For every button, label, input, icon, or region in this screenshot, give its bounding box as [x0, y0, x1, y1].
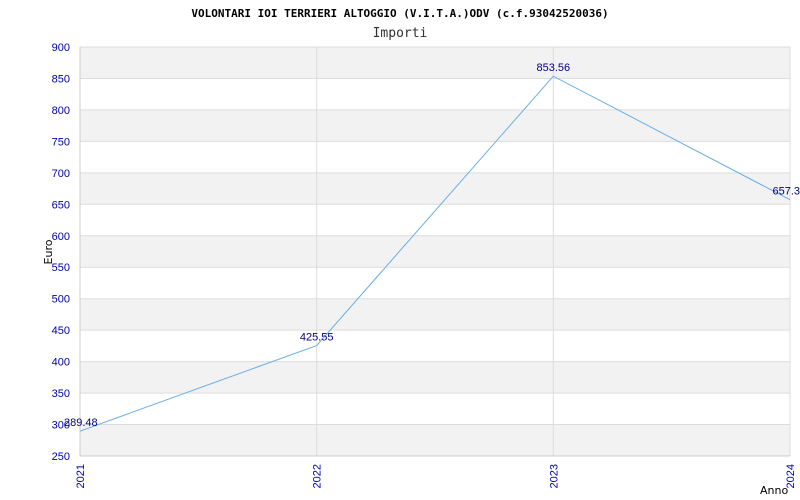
- y-tick-label: 700: [52, 168, 70, 180]
- x-tick-label: 2021: [75, 464, 87, 488]
- grid-band: [80, 424, 790, 456]
- y-tick-label: 850: [52, 73, 70, 85]
- y-tick-label: 650: [52, 199, 70, 211]
- grid-band: [80, 298, 790, 331]
- y-tick-label: 350: [52, 388, 70, 400]
- y-tick-label: 750: [52, 136, 70, 148]
- line-chart: VOLONTARI IOI TERRIERI ALTOGGIO (V.I.T.A…: [42, 7, 800, 497]
- y-tick-label: 450: [52, 325, 70, 337]
- plot-bands: [80, 47, 790, 456]
- grid-band: [80, 109, 790, 142]
- y-tick-label: 400: [52, 357, 70, 369]
- grid-band: [80, 361, 790, 394]
- grid-band: [80, 47, 790, 79]
- grid-band: [80, 172, 790, 205]
- y-tick-label: 800: [52, 105, 70, 117]
- chart-title: VOLONTARI IOI TERRIERI ALTOGGIO (V.I.T.A…: [191, 7, 608, 20]
- x-tick-labels: 2021 2022 2023 2024: [75, 464, 797, 488]
- chart-subtitle: Importi: [373, 26, 428, 41]
- x-tick-label: 2023: [548, 464, 560, 488]
- y-tick-label: 500: [52, 294, 70, 306]
- data-label: 425.55: [300, 332, 334, 344]
- data-label: 853.56: [537, 62, 571, 74]
- x-tick-label: 2022: [312, 464, 324, 488]
- data-label: 289.48: [64, 417, 98, 429]
- y-axis-label: Euro: [42, 239, 55, 264]
- grid-band: [80, 235, 790, 268]
- y-tick-label: 250: [52, 451, 70, 463]
- data-label: 657.3: [772, 186, 800, 198]
- x-axis-label: Anno: [760, 484, 788, 497]
- y-tick-label: 900: [52, 42, 70, 54]
